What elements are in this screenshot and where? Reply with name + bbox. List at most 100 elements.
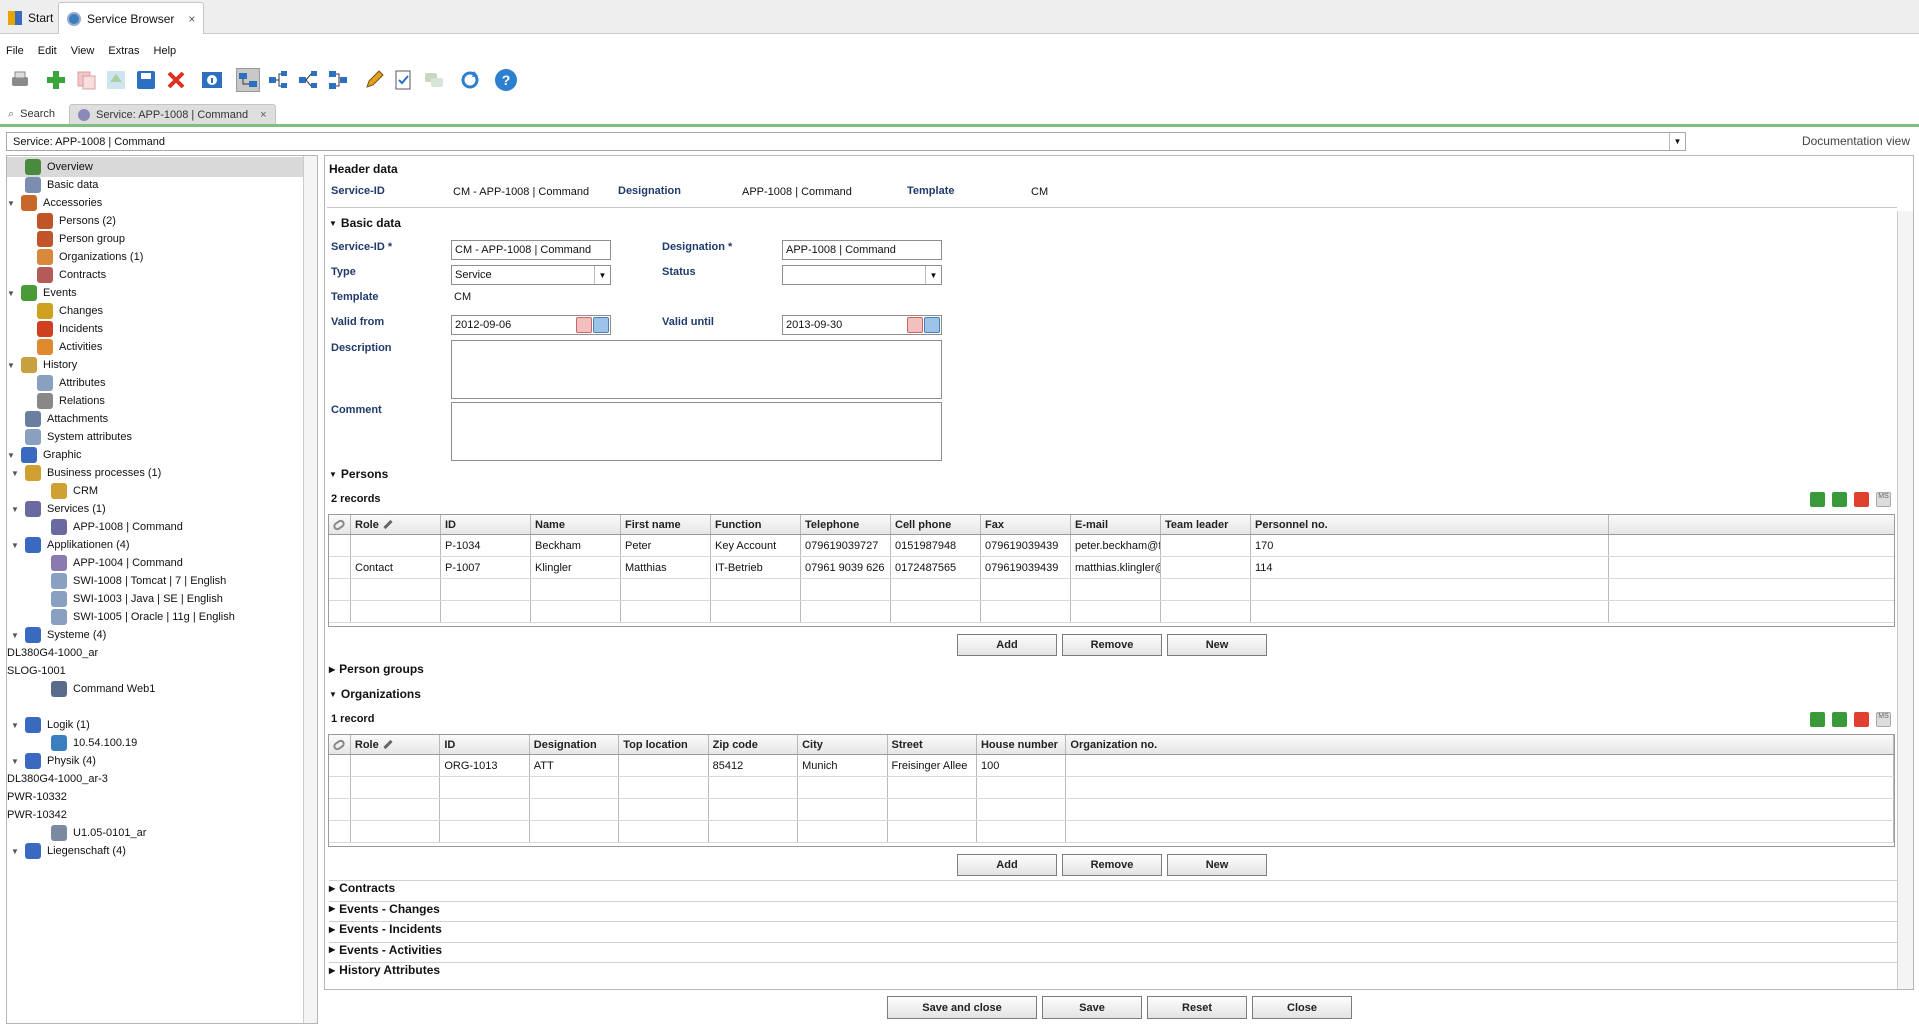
column-header[interactable]: Zip code [709, 735, 799, 754]
tree-item[interactable]: Person group [7, 229, 303, 249]
expand-toggle-icon[interactable]: ▼ [7, 199, 17, 208]
tree-item[interactable]: Attributes [7, 373, 303, 393]
column-header[interactable]: Personnel no. [1251, 515, 1609, 534]
tree-item[interactable]: Overview [7, 157, 303, 177]
column-header[interactable]: E-mail [1071, 515, 1161, 534]
help-button[interactable]: ? [494, 68, 518, 92]
column-header[interactable]: Role [351, 515, 441, 534]
tree-item[interactable]: DL380G4-1000_ar-3 [7, 769, 303, 789]
pdf-export-icon[interactable] [1854, 492, 1869, 507]
pencil-icon[interactable] [383, 739, 393, 750]
view-network-button[interactable] [296, 68, 320, 92]
tree-item[interactable]: APP-1004 | Command [7, 553, 303, 573]
column-header[interactable]: Street [888, 735, 977, 754]
tree-item[interactable]: SWI-1008 | Tomcat | 7 | English [7, 571, 303, 591]
tree-item[interactable]: Attachments [7, 409, 303, 429]
column-header[interactable]: Organization no. [1066, 735, 1894, 754]
tree-item[interactable]: APP-1008 | Command [7, 517, 303, 537]
tree-item[interactable]: ▼ Systeme (4) [7, 625, 303, 645]
type-select[interactable]: Service ▼ [451, 265, 611, 285]
service-id-field[interactable]: CM - APP-1008 | Command [451, 240, 611, 260]
view-hierarchy-button[interactable] [326, 68, 350, 92]
tree-item[interactable]: Contracts [7, 265, 303, 285]
menu-extras[interactable]: Extras [108, 45, 139, 57]
tree-item[interactable]: ▼ Liegenschaft (4) [7, 841, 303, 861]
status-select[interactable]: ▼ [782, 265, 942, 285]
tree-item[interactable]: DL380G4-1000_ar [7, 643, 303, 663]
excel-export-all-icon[interactable] [1832, 712, 1847, 727]
menu-edit[interactable]: Edit [38, 45, 57, 57]
tree-item[interactable] [7, 697, 303, 717]
tree-item[interactable]: U1.05-0101_ar [7, 823, 303, 843]
tree-item[interactable]: Command Web1 [7, 679, 303, 699]
tree-item[interactable]: SLOG-1001 [7, 661, 303, 681]
expand-toggle-icon[interactable]: ▼ [11, 541, 21, 550]
chevron-down-icon[interactable]: ▼ [925, 266, 941, 284]
tree-item[interactable]: System attributes [7, 427, 303, 447]
tree-item[interactable]: Changes [7, 301, 303, 321]
eraser-icon[interactable] [924, 317, 940, 333]
column-header[interactable]: Team leader [1161, 515, 1251, 534]
column-header[interactable]: Top location [619, 735, 709, 754]
main-scrollbar[interactable] [1897, 211, 1913, 989]
chat-button[interactable] [422, 68, 446, 92]
refresh-button[interactable] [458, 68, 482, 92]
table-row[interactable]: ORG-1013 ATT 85412 Munich Freisinger Allee 10… [329, 755, 1894, 777]
tab-service-browser[interactable]: Service Browser × [58, 2, 205, 34]
column-header[interactable]: Role [351, 735, 441, 754]
reset-button[interactable]: Reset [1147, 996, 1247, 1019]
up-button[interactable] [104, 68, 128, 92]
print-button[interactable] [8, 68, 32, 92]
menu-file[interactable]: File [6, 45, 24, 57]
column-header[interactable]: House number [977, 735, 1067, 754]
column-header[interactable]: First name [621, 515, 711, 534]
tree-item[interactable]: Organizations (1) [7, 247, 303, 267]
expand-toggle-icon[interactable]: ▼ [11, 469, 21, 478]
tree-item[interactable]: Incidents [7, 319, 303, 339]
tree-item[interactable]: ▼ Logik (1) [7, 715, 303, 735]
eraser-icon[interactable] [593, 317, 609, 333]
chevron-down-icon[interactable]: ▼ [1669, 133, 1685, 150]
persons-add-button[interactable]: Add [957, 634, 1057, 656]
attachment-column-header[interactable] [329, 735, 351, 754]
expand-toggle-icon[interactable]: ▼ [11, 505, 21, 514]
tree-item[interactable]: ▼ Physik (4) [7, 751, 303, 771]
valid-until-field[interactable]: 2013-09-30 [782, 315, 942, 335]
copy-button[interactable] [74, 68, 98, 92]
tree-item[interactable]: ▼ Accessories [7, 193, 303, 213]
column-header[interactable]: City [798, 735, 888, 754]
excel-export-all-icon[interactable] [1832, 492, 1847, 507]
table-row[interactable] [329, 799, 1894, 821]
calendar-icon[interactable] [907, 317, 923, 333]
table-row[interactable]: P-1034 Beckham Peter Key Account 07961903972… [329, 535, 1894, 557]
tab-start[interactable]: Start [0, 2, 61, 34]
person-groups-header[interactable]: ▶ Person groups [329, 662, 424, 676]
collapsed-section-header[interactable]: ▶ History Attributes [329, 962, 1899, 977]
expand-toggle-icon[interactable]: ▼ [7, 451, 17, 460]
column-header[interactable]: Name [531, 515, 621, 534]
expand-toggle-icon[interactable]: ▼ [11, 847, 21, 856]
tree-item[interactable]: ▼ Events [7, 283, 303, 303]
pencil-icon[interactable] [383, 519, 393, 530]
delete-button[interactable] [164, 68, 188, 92]
tree-item[interactable]: CRM [7, 481, 303, 501]
close-button[interactable]: Close [1252, 996, 1352, 1019]
column-header[interactable]: ID [440, 735, 530, 754]
calendar-icon[interactable] [576, 317, 592, 333]
description-textarea[interactable] [451, 340, 942, 399]
documentation-view-link[interactable]: Documentation view [1700, 134, 1910, 148]
basic-data-header[interactable]: ▼ Basic data [329, 216, 401, 230]
valid-from-field[interactable]: 2012-09-06 [451, 315, 611, 335]
expand-toggle-icon[interactable]: ▼ [11, 631, 21, 640]
excel-export-icon[interactable] [1810, 492, 1825, 507]
menu-view[interactable]: View [71, 45, 95, 57]
expand-toggle-icon[interactable]: ▼ [7, 361, 17, 370]
organizations-header[interactable]: ▼ Organizations [329, 687, 421, 701]
organizations-remove-button[interactable]: Remove [1062, 854, 1162, 876]
column-header[interactable]: Fax [981, 515, 1071, 534]
ms-export-icon[interactable]: MS [1876, 492, 1891, 507]
tab-search[interactable]: ⌕ Search [0, 104, 63, 124]
close-icon[interactable]: × [260, 109, 266, 121]
persons-new-button[interactable]: New [1167, 634, 1267, 656]
checklist-button[interactable] [392, 68, 416, 92]
